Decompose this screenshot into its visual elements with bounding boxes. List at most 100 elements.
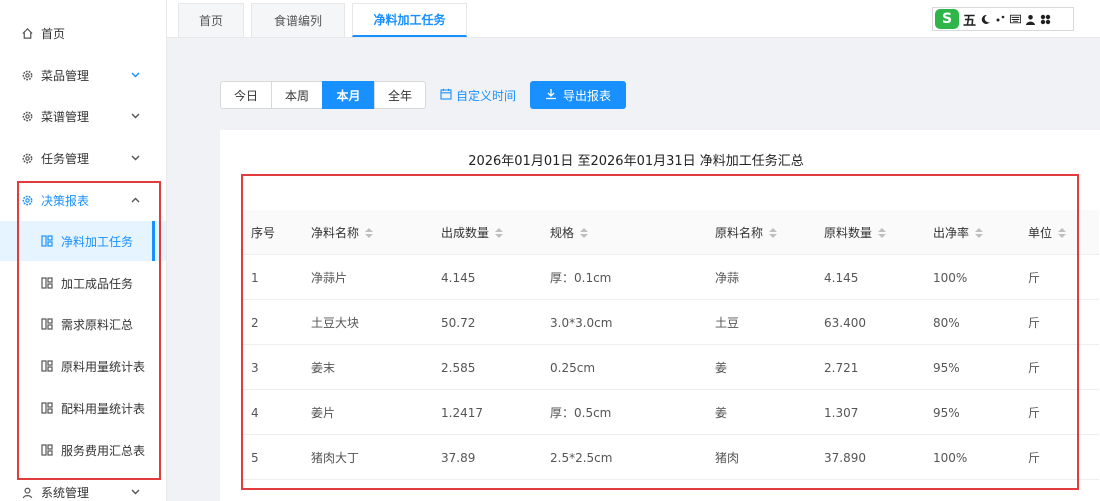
cell-material-name: 姜 [715, 406, 728, 420]
sidebar-item-decision-reports[interactable]: 决策报表 [0, 180, 166, 220]
column-header-label: 规格 [550, 226, 575, 240]
ime-logo-icon: S [935, 9, 959, 29]
ime-mode-label: 五 [963, 13, 977, 29]
sort-icon[interactable] [365, 227, 374, 239]
column-header-label: 原料数量 [824, 226, 873, 240]
sort-icon[interactable] [1058, 227, 1067, 239]
column-header-clean-name[interactable]: 净料名称 [311, 210, 374, 255]
filter-month-button[interactable]: 本月 [322, 81, 375, 109]
ime-toolbar[interactable]: S 五 [932, 7, 1074, 31]
sort-icon[interactable] [495, 227, 504, 239]
cell-material-qty: 4.145 [824, 270, 859, 285]
home-icon [20, 26, 34, 40]
sidebar-item-dish-management[interactable]: 菜品管理 [0, 55, 166, 95]
report-card: 2026年01月01日 至2026年01月31日 净料加工任务汇总 序号 净料名… [220, 130, 1100, 501]
chevron-up-icon [130, 195, 140, 205]
cell-clean-name: 姜片 [311, 406, 336, 420]
table-row: 5 猪肉大丁 37.89 2.5*2.5cm 猪肉 37.890 100% 斤 [243, 435, 1099, 480]
chevron-down-icon [130, 153, 140, 163]
column-header-label: 序号 [251, 226, 276, 240]
filter-week-button[interactable]: 本周 [271, 81, 323, 109]
sidebar-item-recipe-management[interactable]: 菜谱管理 [0, 96, 166, 136]
grid-icon [41, 444, 53, 456]
column-header-material-qty[interactable]: 原料数量 [824, 210, 887, 255]
column-header-yield-rate[interactable]: 出净率 [933, 210, 984, 255]
table-row: 2 土豆大块 50.72 3.0*3.0cm 土豆 63.400 80% 斤 [243, 300, 1099, 345]
gear-icon [20, 109, 34, 123]
cell-index: 3 [251, 360, 259, 375]
column-header-material-name[interactable]: 原料名称 [715, 210, 778, 255]
gear-icon [20, 151, 34, 165]
tab-recipe-list[interactable]: 食谱编列 [251, 3, 345, 37]
cell-index: 1 [251, 270, 259, 285]
cell-output-qty: 50.72 [441, 315, 476, 330]
sidebar-subitem-label: 原料用量统计表 [61, 359, 146, 374]
cell-output-qty: 37.89 [441, 450, 476, 465]
sort-icon[interactable] [769, 227, 778, 239]
sidebar-subitem-finished-processing[interactable]: 加工成品任务 [0, 263, 166, 303]
period-filter-group: 今日 本周 本月 全年 [220, 81, 426, 109]
filter-today-button[interactable]: 今日 [220, 81, 272, 109]
column-header-index: 序号 [251, 210, 275, 255]
sidebar-subitem-label: 需求原料汇总 [61, 317, 134, 332]
cell-index: 2 [251, 315, 259, 330]
sidebar-subitem-label: 净料加工任务 [61, 234, 134, 249]
column-header-unit[interactable]: 单位 [1028, 210, 1067, 255]
punctuation-icon [995, 14, 1006, 25]
sidebar-item-label: 任务管理 [41, 151, 90, 166]
sidebar-subitem-clean-processing[interactable]: 净料加工任务 [0, 221, 166, 261]
export-report-button[interactable]: 导出报表 [530, 81, 626, 109]
chevron-down-icon [130, 487, 140, 497]
sidebar-subitem-material-usage[interactable]: 原料用量统计表 [0, 346, 166, 386]
cell-index: 5 [251, 450, 259, 465]
tab-home[interactable]: 首页 [178, 3, 244, 37]
grid-icon [41, 402, 53, 414]
user-icon [1025, 14, 1036, 25]
cell-yield-rate: 100% [933, 270, 968, 285]
cell-spec: 3.0*3.0cm [550, 315, 613, 330]
cell-unit: 斤 [1028, 406, 1041, 420]
table-header: 序号 净料名称 出成数量 规格 原料名称 原料数量 出净率 单位 [243, 210, 1099, 255]
cell-output-qty: 4.145 [441, 270, 476, 285]
cell-material-qty: 2.721 [824, 360, 859, 375]
cell-output-qty: 1.2417 [441, 405, 483, 420]
cell-spec: 0.25cm [550, 360, 596, 375]
sort-icon[interactable] [878, 227, 887, 239]
sidebar-item-system-management[interactable]: 系统管理 [0, 472, 166, 501]
sidebar-item-task-management[interactable]: 任务管理 [0, 138, 166, 178]
cell-index: 4 [251, 405, 259, 420]
table-row: 4 姜片 1.2417 厚：0.5cm 姜 1.307 95% 斤 [243, 390, 1099, 435]
sidebar-item-home[interactable]: 首页 [0, 13, 166, 53]
grid-icon [41, 235, 53, 247]
sidebar-subitem-material-demand[interactable]: 需求原料汇总 [0, 304, 166, 344]
cell-material-name: 土豆 [715, 316, 740, 330]
cell-yield-rate: 100% [933, 450, 968, 465]
sidebar-subitem-ingredient-usage[interactable]: 配料用量统计表 [0, 388, 166, 428]
chevron-down-icon [130, 111, 140, 121]
column-header-output-qty[interactable]: 出成数量 [441, 210, 504, 255]
gear-icon [20, 68, 34, 82]
cell-clean-name: 净蒜片 [311, 271, 348, 285]
cell-clean-name: 猪肉大丁 [311, 451, 360, 465]
grid-icon [41, 360, 53, 372]
column-header-label: 原料名称 [715, 226, 764, 240]
main-content: 今日 本周 本月 全年 自定义时间 导出报表 2026年01月01日 至2026… [167, 38, 1100, 501]
filter-year-button[interactable]: 全年 [374, 81, 426, 109]
table-row: 3 姜末 2.585 0.25cm 姜 2.721 95% 斤 [243, 345, 1099, 390]
column-header-spec[interactable]: 规格 [550, 210, 589, 255]
sidebar-subitem-service-fee[interactable]: 服务费用汇总表 [0, 430, 166, 470]
chevron-down-icon [130, 70, 140, 80]
table-row: 1 净蒜片 4.145 厚：0.1cm 净蒜 4.145 100% 斤 [243, 255, 1099, 300]
gear-icon [20, 193, 34, 207]
cell-unit: 斤 [1028, 361, 1041, 375]
sidebar-subitem-label: 加工成品任务 [61, 276, 134, 291]
user-icon [20, 485, 34, 499]
sort-icon[interactable] [580, 227, 589, 239]
sidebar-item-label: 菜谱管理 [41, 109, 90, 124]
tab-clean-processing[interactable]: 净料加工任务 [352, 3, 467, 37]
cell-yield-rate: 95% [933, 405, 960, 420]
tab-label: 食谱编列 [273, 14, 322, 28]
sort-icon[interactable] [975, 227, 984, 239]
cell-spec: 厚：0.5cm [550, 406, 612, 420]
custom-time-link[interactable]: 自定义时间 [440, 81, 516, 109]
